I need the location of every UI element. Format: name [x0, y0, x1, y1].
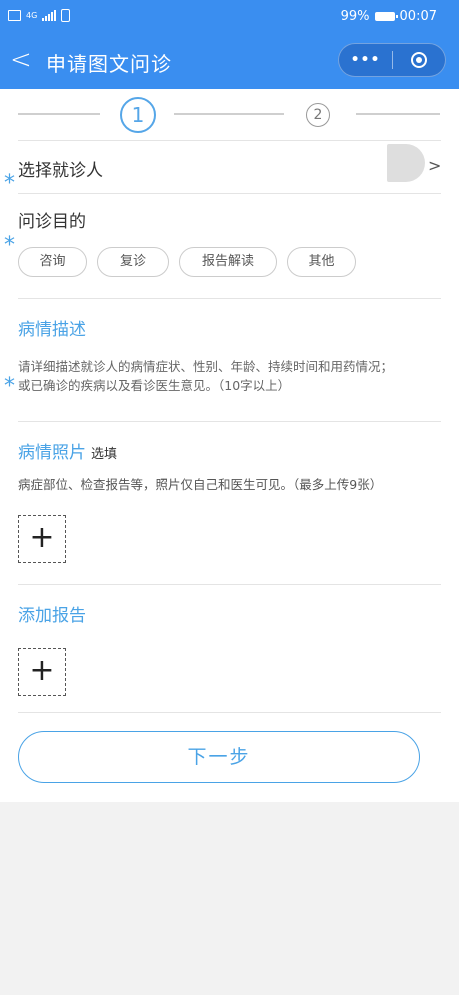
divider: [18, 584, 441, 585]
divider: [18, 193, 441, 194]
purpose-options: 咨询 复诊 报告解读 其他: [18, 247, 366, 277]
step-1-current: 1: [120, 97, 156, 133]
photos-hint: 病症部位、检查报告等，照片仅自己和医生可见。（最多上传9张）: [18, 477, 383, 492]
back-icon[interactable]: <: [10, 46, 32, 74]
divider: [18, 712, 441, 713]
next-step-button[interactable]: 下一步: [18, 731, 420, 783]
purpose-label: 问诊目的: [18, 212, 86, 232]
network-type: 4G: [26, 10, 38, 20]
purpose-option-consult[interactable]: 咨询: [18, 247, 87, 277]
purpose-option-report[interactable]: 报告解读: [179, 247, 277, 277]
step-line: [18, 113, 100, 115]
hd-badge-icon: [8, 10, 21, 21]
photos-label-text: 病情照片: [18, 443, 86, 463]
report-label: 添加报告: [18, 606, 86, 626]
status-left: 4G: [8, 9, 71, 22]
clock: 00:07: [399, 9, 437, 24]
divider: [18, 140, 441, 141]
description-placeholder-line: 请详细描述就诊人的病情症状、性别、年龄、持续时间和用药情况；: [18, 359, 394, 374]
description-placeholder-line: 或已确诊的疾病以及看诊医生意见。（10字以上）: [18, 378, 291, 393]
nav-bar: < 申请图文问诊 •••: [0, 33, 459, 89]
step-2: 2: [306, 103, 330, 127]
chevron-right-icon[interactable]: >: [428, 156, 441, 175]
vibrate-icon: [61, 9, 71, 22]
step-indicator: 1 2: [18, 97, 440, 135]
required-mark: *: [4, 233, 15, 258]
add-photo-button[interactable]: +: [18, 515, 66, 563]
status-bar: 4G 99% 00:07: [0, 0, 459, 33]
divider: [18, 298, 441, 299]
status-right: 99% 00:07: [341, 9, 437, 24]
close-mini-program-button[interactable]: [393, 52, 445, 68]
form-content: 1 2 选择就诊人 * > 问诊目的 * 咨询 复诊 报告解读 其他 病情描述 …: [0, 89, 459, 802]
required-mark: *: [4, 171, 15, 196]
battery-percent: 99%: [340, 9, 370, 24]
photos-label: 病情照片 选填: [18, 438, 117, 463]
target-close-icon: [410, 52, 427, 68]
purpose-option-revisit[interactable]: 复诊: [97, 247, 169, 277]
divider: [18, 421, 441, 422]
add-report-button[interactable]: +: [18, 648, 66, 696]
description-label: 病情描述: [18, 320, 86, 340]
signal-icon: [42, 10, 57, 21]
mini-program-capsule: •••: [338, 43, 446, 77]
select-patient-label[interactable]: 选择就诊人: [18, 156, 103, 181]
more-menu-icon[interactable]: •••: [339, 52, 392, 68]
step-line: [356, 113, 440, 115]
step-line: [174, 113, 284, 115]
page-title: 申请图文问诊: [46, 52, 172, 76]
purpose-option-other[interactable]: 其他: [287, 247, 356, 277]
required-mark: *: [4, 374, 15, 399]
battery-icon: [374, 12, 398, 21]
patient-avatar[interactable]: [387, 144, 425, 182]
optional-tag: 选填: [91, 447, 118, 462]
description-input[interactable]: 请详细描述就诊人的病情症状、性别、年龄、持续时间和用药情况； 或已确诊的疾病以及…: [18, 357, 438, 395]
